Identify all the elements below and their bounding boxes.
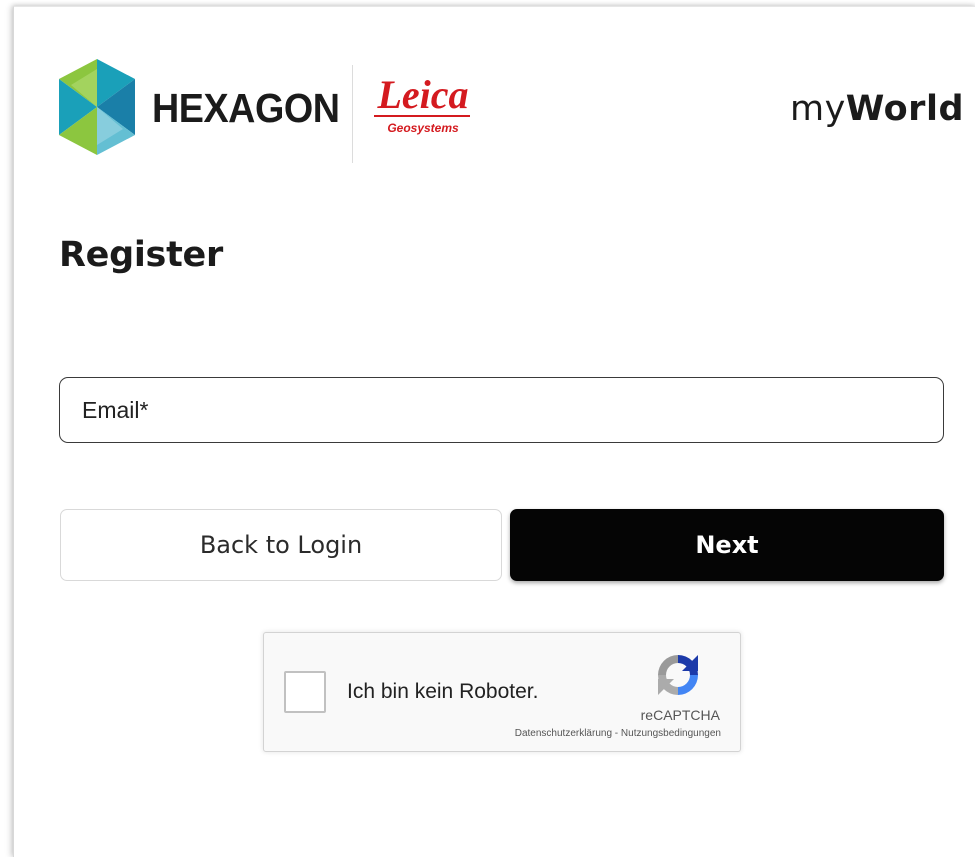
leica-subtitle: Geosystems <box>387 121 459 135</box>
email-field-container <box>59 377 944 443</box>
recaptcha-checkbox[interactable] <box>284 671 326 713</box>
recaptcha-brand: reCAPTCHA <box>640 707 720 723</box>
leica-logo: Leica Geosystems <box>372 73 474 145</box>
recaptcha-label: Ich bin kein Roboter. <box>347 680 539 703</box>
next-button[interactable]: Next <box>510 509 944 581</box>
hexagon-wordmark: HEXAGON <box>152 85 340 131</box>
header: HEXAGON Leica Geosystems myWorld <box>59 59 963 167</box>
app-name-suffix: World <box>845 89 964 129</box>
recaptcha-terms: Datenschutzerklärung - Nutzungsbedingung… <box>515 728 721 739</box>
recaptcha-terms-link[interactable]: Nutzungsbedingungen <box>621 728 721 739</box>
leica-underline <box>374 115 470 117</box>
leica-wordmark: Leica <box>377 72 469 117</box>
recaptcha-separator: - <box>612 728 621 739</box>
recaptcha-privacy-link[interactable]: Datenschutzerklärung <box>515 728 612 739</box>
app-name-prefix: my <box>789 89 846 129</box>
logo-divider <box>352 65 353 163</box>
page-title: Register <box>59 235 223 275</box>
app-name: myWorld <box>790 89 964 129</box>
register-card: HEXAGON Leica Geosystems myWorld Registe… <box>13 6 975 857</box>
email-field[interactable] <box>60 378 943 442</box>
recaptcha-widget: Ich bin kein Roboter. reCAPTCHA Datensch… <box>263 632 741 752</box>
hexagon-logo-icon <box>59 59 135 155</box>
back-to-login-button[interactable]: Back to Login <box>60 509 502 581</box>
recaptcha-logo-icon <box>658 655 698 695</box>
